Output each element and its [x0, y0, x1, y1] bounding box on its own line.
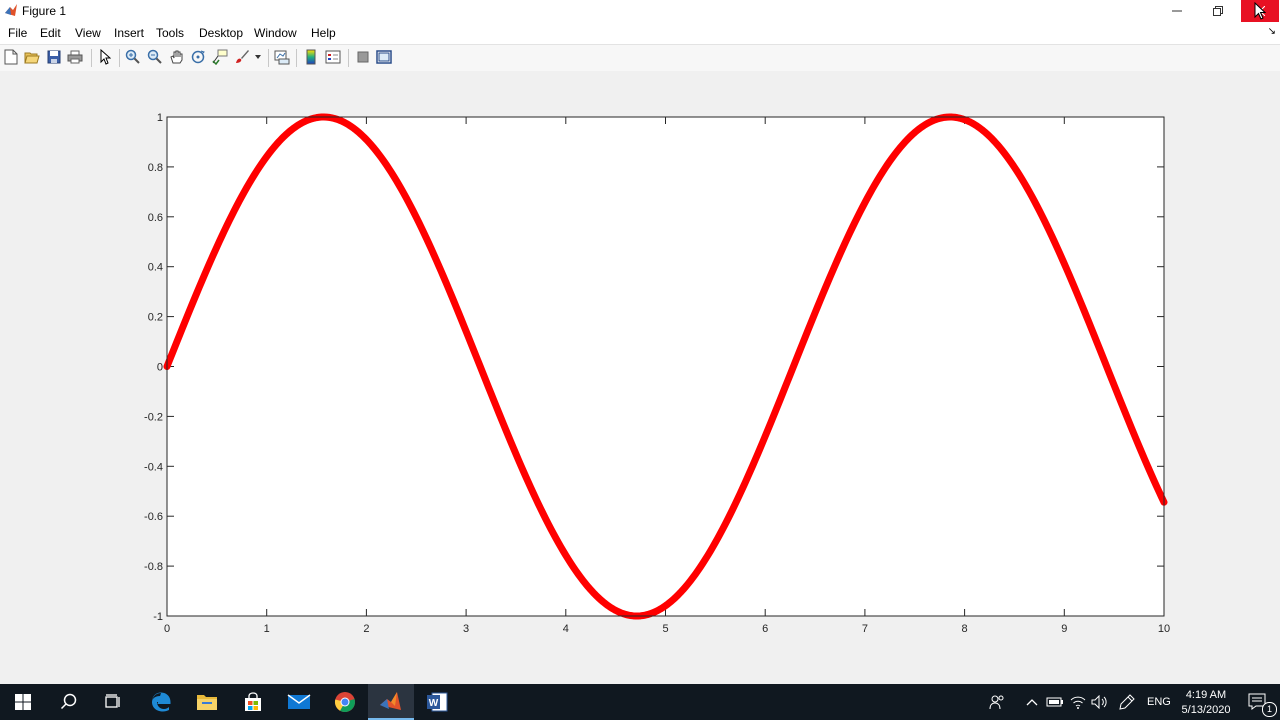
brush-icon[interactable]: [234, 49, 250, 65]
menu-file[interactable]: File: [8, 26, 27, 40]
sine-plot: 1 0.8 0.6 0.4 0.2 0 -0.2 -0.4 -0.6 -0.8 -1 0 1 2 3 4 5 6…: [144, 112, 1170, 635]
mail-icon[interactable]: [276, 684, 322, 720]
insert-legend-icon[interactable]: [325, 49, 341, 65]
clock-date: 5/13/2020: [1181, 704, 1231, 716]
menu-desktop[interactable]: Desktop: [199, 26, 243, 40]
volume-icon[interactable]: [1088, 684, 1112, 720]
x-tick-label: 10: [1158, 623, 1170, 635]
x-tick-label: 0: [164, 623, 170, 635]
y-tick-label: 1: [157, 112, 163, 124]
new-figure-icon[interactable]: [3, 49, 19, 65]
window-title: Figure 1: [22, 4, 67, 18]
matlab-icon[interactable]: [368, 684, 414, 720]
brush-dropdown-icon[interactable]: [253, 49, 263, 65]
notification-badge: 1: [1262, 702, 1277, 717]
y-tick-label: -0.4: [144, 461, 163, 473]
insert-colorbar-icon[interactable]: [303, 49, 319, 65]
task-view-icon[interactable]: [90, 684, 136, 720]
search-icon[interactable]: [46, 684, 92, 720]
toolbar-separator: [296, 49, 297, 67]
y-tick-label: -0.2: [144, 411, 163, 423]
y-tick-label: -1: [153, 611, 163, 623]
restore-button[interactable]: [1199, 0, 1237, 22]
zoom-in-icon[interactable]: [125, 49, 141, 65]
x-tick-label: 2: [363, 623, 369, 635]
figure-toolbar: [0, 44, 1280, 72]
toolbar-separator: [91, 49, 92, 67]
x-tick-label: 8: [962, 623, 968, 635]
open-file-icon[interactable]: [24, 49, 40, 65]
x-tick-label: 9: [1061, 623, 1067, 635]
mouse-cursor-icon: [1254, 2, 1266, 20]
edit-plot-icon[interactable]: [97, 49, 113, 65]
people-icon[interactable]: [978, 684, 1016, 720]
chevron-up-icon[interactable]: [1020, 684, 1044, 720]
x-tick-label: 5: [662, 623, 668, 635]
edge-icon[interactable]: [138, 684, 184, 720]
toolbar-separator: [348, 49, 349, 67]
minimize-button[interactable]: [1158, 0, 1196, 22]
minimize-icon: [1172, 10, 1182, 12]
y-tick-label: -0.6: [144, 511, 163, 523]
menu-insert[interactable]: Insert: [114, 26, 144, 40]
notification-center-icon[interactable]: 1: [1238, 684, 1277, 720]
word-icon[interactable]: W: [414, 684, 460, 720]
taskbar: W ENG 4:19 AM 5/13/2020 1: [0, 684, 1280, 720]
chrome-icon[interactable]: [322, 684, 368, 720]
y-tick-label: -0.8: [144, 561, 163, 573]
link-plot-icon[interactable]: [274, 49, 290, 65]
zoom-out-icon[interactable]: [147, 49, 163, 65]
matlab-figure-icon: [5, 4, 17, 16]
data-cursor-icon[interactable]: [212, 49, 228, 65]
save-icon[interactable]: [46, 49, 62, 65]
pen-ink-icon[interactable]: [1114, 684, 1140, 720]
toolbar-separator: [119, 49, 120, 67]
menu-bar: File Edit View Insert Tools Desktop Wind…: [0, 22, 1280, 44]
battery-icon[interactable]: [1043, 684, 1067, 720]
clock[interactable]: 4:19 AM 5/13/2020: [1166, 688, 1246, 718]
y-tick-labels: 1 0.8 0.6 0.4 0.2 0 -0.2 -0.4 -0.6 -0.8 -1: [144, 112, 163, 623]
y-tick-label: 0.6: [148, 212, 163, 224]
y-tick-label: 0.8: [148, 162, 163, 174]
file-explorer-icon[interactable]: [184, 684, 230, 720]
toolbar-separator: [268, 49, 269, 67]
menu-overflow-icon[interactable]: ↘: [1268, 26, 1276, 37]
rotate-3d-icon[interactable]: [190, 49, 206, 65]
y-tick-label: 0.2: [148, 312, 163, 324]
x-tick-label: 6: [762, 623, 768, 635]
show-plot-tools-icon[interactable]: [376, 49, 392, 65]
restore-icon: [1213, 6, 1223, 16]
x-tick-label: 4: [563, 623, 569, 635]
menu-view[interactable]: View: [75, 26, 101, 40]
store-icon[interactable]: [230, 684, 276, 720]
svg-text:W: W: [429, 698, 439, 709]
x-tick-label: 3: [463, 623, 469, 635]
menu-help[interactable]: Help: [311, 26, 336, 40]
figure-canvas: 1 0.8 0.6 0.4 0.2 0 -0.2 -0.4 -0.6 -0.8 -1 0 1 2 3 4 5 6…: [0, 71, 1280, 684]
menu-window[interactable]: Window: [254, 26, 297, 40]
x-tick-label: 7: [862, 623, 868, 635]
hide-plot-tools-icon[interactable]: [355, 49, 371, 65]
wifi-icon[interactable]: [1066, 684, 1090, 720]
y-tick-label: 0.4: [148, 262, 163, 274]
x-tick-labels: 0 1 2 3 4 5 6 7 8 9 10: [164, 623, 1170, 635]
axes-background: [167, 117, 1164, 616]
menu-edit[interactable]: Edit: [40, 26, 61, 40]
windows-start-icon[interactable]: [0, 684, 46, 720]
y-tick-label: 0: [157, 362, 163, 374]
x-tick-label: 1: [264, 623, 270, 635]
clock-time: 4:19 AM: [1185, 689, 1227, 701]
menu-tools[interactable]: Tools: [156, 26, 184, 40]
print-icon[interactable]: [67, 49, 83, 65]
pan-icon[interactable]: [169, 49, 185, 65]
title-bar: Figure 1: [0, 0, 1280, 22]
